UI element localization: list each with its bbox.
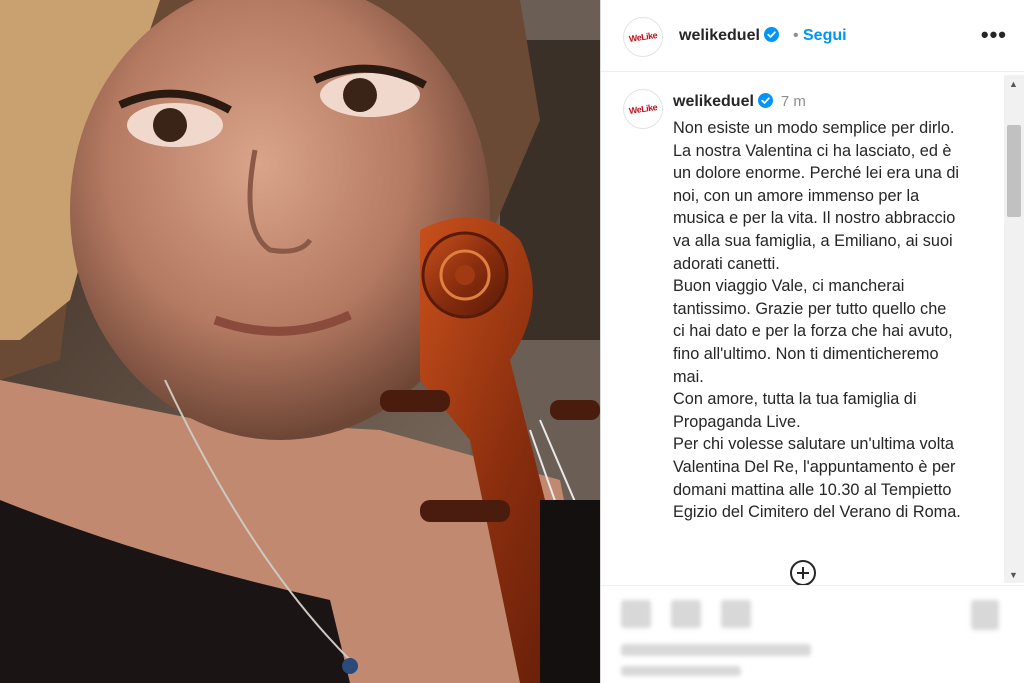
- post-time[interactable]: 7 m: [781, 93, 806, 110]
- follow-button[interactable]: Segui: [803, 27, 847, 45]
- scroll-down-icon[interactable]: ▼: [1009, 570, 1018, 580]
- photo-illustration: [0, 0, 600, 683]
- scrollbar-thumb[interactable]: [1007, 125, 1021, 217]
- verified-badge-icon: [757, 93, 773, 108]
- post-photo: [0, 0, 600, 683]
- post-actions-blurred: [601, 585, 1024, 683]
- username-text: welikeduel: [679, 27, 760, 44]
- plus-circle-icon[interactable]: [789, 559, 817, 585]
- caption-username-text: welikeduel: [673, 93, 754, 110]
- comment-icon[interactable]: [671, 600, 701, 628]
- caption-username[interactable]: welikeduel: [673, 93, 773, 110]
- date-blurred: [621, 666, 741, 676]
- caption-avatar-logo: WeLike: [628, 102, 658, 116]
- caption-avatar[interactable]: WeLike: [623, 89, 663, 129]
- caption-header: welikeduel 7 m: [673, 93, 806, 111]
- like-icon[interactable]: [621, 600, 651, 628]
- caption-text: Non esiste un modo semplice per dirlo. L…: [673, 119, 961, 522]
- more-options-icon[interactable]: •••: [981, 22, 1007, 48]
- avatar-logo: WeLike: [628, 30, 658, 44]
- separator-dot: •: [793, 27, 799, 44]
- comments-section: WeLike welikeduel 7 m Non esiste un modo …: [601, 73, 1024, 585]
- post-username[interactable]: welikeduel: [679, 27, 779, 45]
- share-icon[interactable]: [721, 600, 751, 628]
- post-side-panel: WeLike welikeduel • Segui ••• WeLike wel…: [600, 0, 1024, 683]
- save-icon[interactable]: [971, 600, 999, 630]
- profile-avatar[interactable]: WeLike: [623, 17, 663, 57]
- likes-count-blurred: [621, 644, 811, 656]
- verified-badge-icon: [763, 27, 779, 42]
- scroll-up-icon[interactable]: ▲: [1009, 79, 1018, 89]
- comments-scrollbar[interactable]: ▲ ▼: [1004, 75, 1024, 583]
- post-header: WeLike welikeduel • Segui •••: [601, 0, 1024, 72]
